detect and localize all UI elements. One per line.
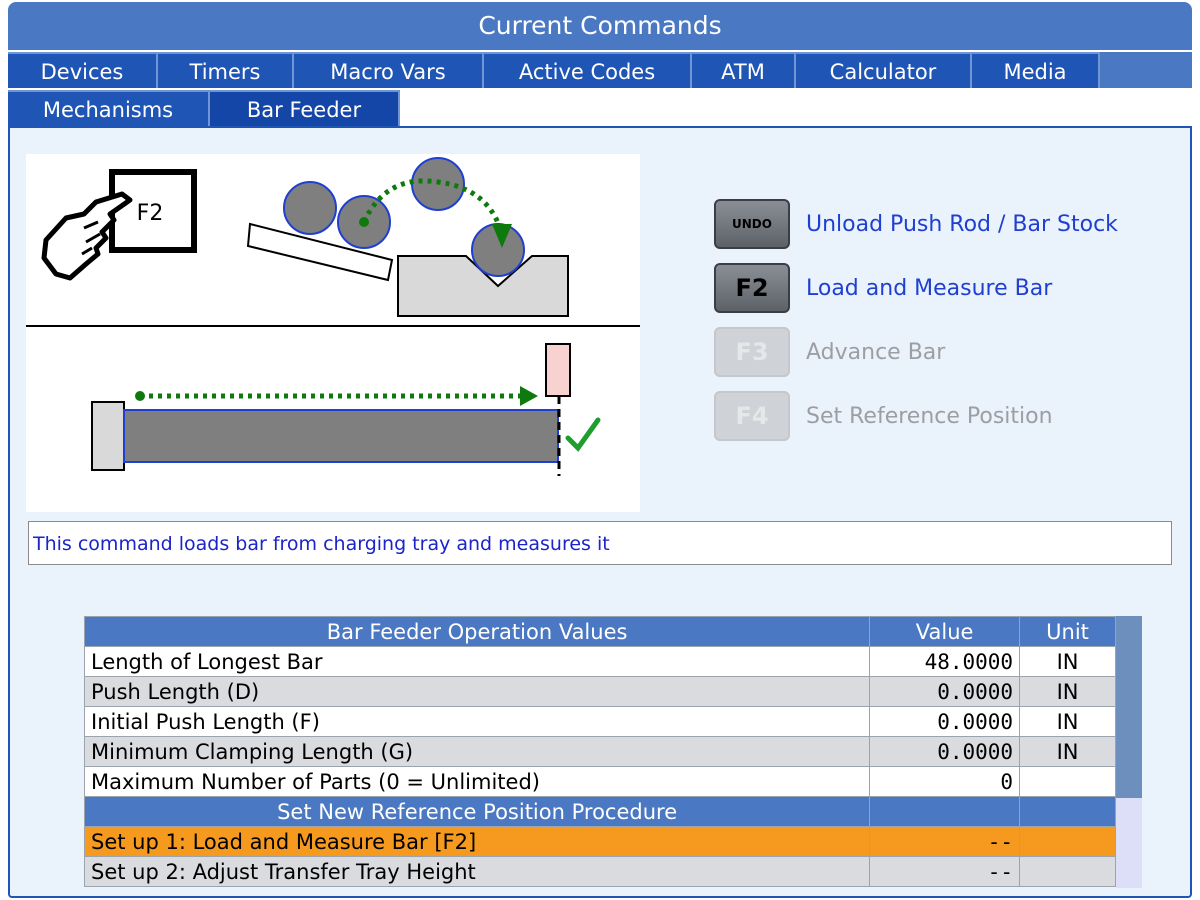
section-empty-cell (1019, 796, 1116, 827)
command-unload-label[interactable]: Unload Push Rod / Bar Stock (806, 212, 1118, 237)
table-row[interactable]: Minimum Clamping Length (G) 0.0000 IN (83, 736, 1116, 767)
tab-calculator[interactable]: Calculator (796, 52, 972, 88)
row-value[interactable]: 0.0000 (869, 736, 1021, 767)
col-header-unit: Unit (1019, 616, 1116, 647)
col-header-name: Bar Feeder Operation Values (83, 616, 871, 647)
row-value[interactable]: 0.0000 (869, 706, 1021, 737)
current-commands-window: Current Commands Devices Timers Macro Va… (0, 0, 1200, 900)
procedure-value: -- (869, 856, 1021, 887)
tab-bar-feeder[interactable]: Bar Feeder (210, 90, 400, 126)
tab-devices[interactable]: Devices (8, 52, 158, 88)
section-title: Set New Reference Position Procedure (83, 796, 871, 827)
row-value[interactable]: 0.0000 (869, 676, 1021, 707)
row-name: Push Length (D) (83, 676, 871, 707)
row-name: Initial Push Length (F) (83, 706, 871, 737)
command-set-reference-label: Set Reference Position (806, 403, 1053, 429)
command-set-reference: F4 Set Reference Position (714, 390, 1053, 442)
tabs-row-1: Devices Timers Macro Vars Active Codes A… (8, 52, 1192, 88)
f3-key-button: F3 (714, 327, 790, 377)
table-scrollbar[interactable] (1116, 616, 1142, 888)
procedure-row[interactable]: Set up 2: Adjust Transfer Tray Height -- (83, 856, 1116, 887)
check-icon (565, 417, 601, 452)
tab-atm[interactable]: ATM (692, 52, 796, 88)
table-row[interactable]: Initial Push Length (F) 0.0000 IN (83, 706, 1116, 737)
command-advance: F3 Advance Bar (714, 326, 945, 378)
row-unit: IN (1019, 706, 1116, 737)
window-title: Current Commands (8, 2, 1192, 50)
command-description: This command loads bar from charging tra… (28, 521, 1172, 565)
section-empty-cell (869, 796, 1021, 827)
row-unit: IN (1019, 646, 1116, 677)
row-value[interactable]: 0 (869, 766, 1021, 797)
table-row[interactable]: Push Length (D) 0.0000 IN (83, 676, 1116, 707)
procedure-step: Set up 2: Adjust Transfer Tray Height (83, 856, 871, 887)
col-header-value: Value (869, 616, 1021, 647)
row-unit: IN (1019, 736, 1116, 767)
f2-key-button[interactable]: F2 (714, 263, 790, 313)
bar-feeder-values-table: Bar Feeder Operation Values Value Unit L… (83, 616, 1116, 887)
table-row[interactable]: Maximum Number of Parts (0 = Unlimited) … (83, 766, 1116, 797)
procedure-row-selected[interactable]: Set up 1: Load and Measure Bar [F2] -- (83, 826, 1116, 857)
section-header-row: Set New Reference Position Procedure (83, 796, 1116, 827)
row-name: Length of Longest Bar (83, 646, 871, 677)
table-row[interactable]: Length of Longest Bar 48.0000 IN (83, 646, 1116, 677)
tabs-row-2: Mechanisms Bar Feeder (8, 90, 400, 126)
tab-media[interactable]: Media (972, 52, 1100, 88)
row-name: Maximum Number of Parts (0 = Unlimited) (83, 766, 871, 797)
command-load-measure[interactable]: F2 Load and Measure Bar (714, 262, 1052, 314)
tab-active-codes[interactable]: Active Codes (484, 52, 692, 88)
tab-macro-vars[interactable]: Macro Vars (294, 52, 484, 88)
f4-key-button: F4 (714, 391, 790, 441)
procedure-value: -- (869, 826, 1021, 857)
tab-timers[interactable]: Timers (158, 52, 294, 88)
procedure-unit (1019, 826, 1116, 857)
hand-pointer-icon: F2 (41, 169, 197, 281)
procedure-step: Set up 1: Load and Measure Bar [F2] (83, 826, 871, 857)
row-value[interactable]: 48.0000 (869, 646, 1021, 677)
command-advance-label: Advance Bar (806, 339, 946, 365)
undo-key-button[interactable]: UNDO (714, 199, 790, 249)
procedure-unit (1019, 856, 1116, 887)
row-unit: IN (1019, 676, 1116, 707)
diagram-key-label: F2 (137, 201, 164, 226)
command-load-measure-label[interactable]: Load and Measure Bar (806, 276, 1052, 301)
scrollbar-thumb[interactable] (1116, 616, 1142, 798)
row-unit (1019, 766, 1116, 797)
command-unload[interactable]: UNDO Unload Push Rod / Bar Stock (714, 198, 1118, 250)
tab-mechanisms[interactable]: Mechanisms (8, 90, 210, 126)
row-name: Minimum Clamping Length (G) (83, 736, 871, 767)
load-bar-diagram: F2 (26, 154, 640, 512)
